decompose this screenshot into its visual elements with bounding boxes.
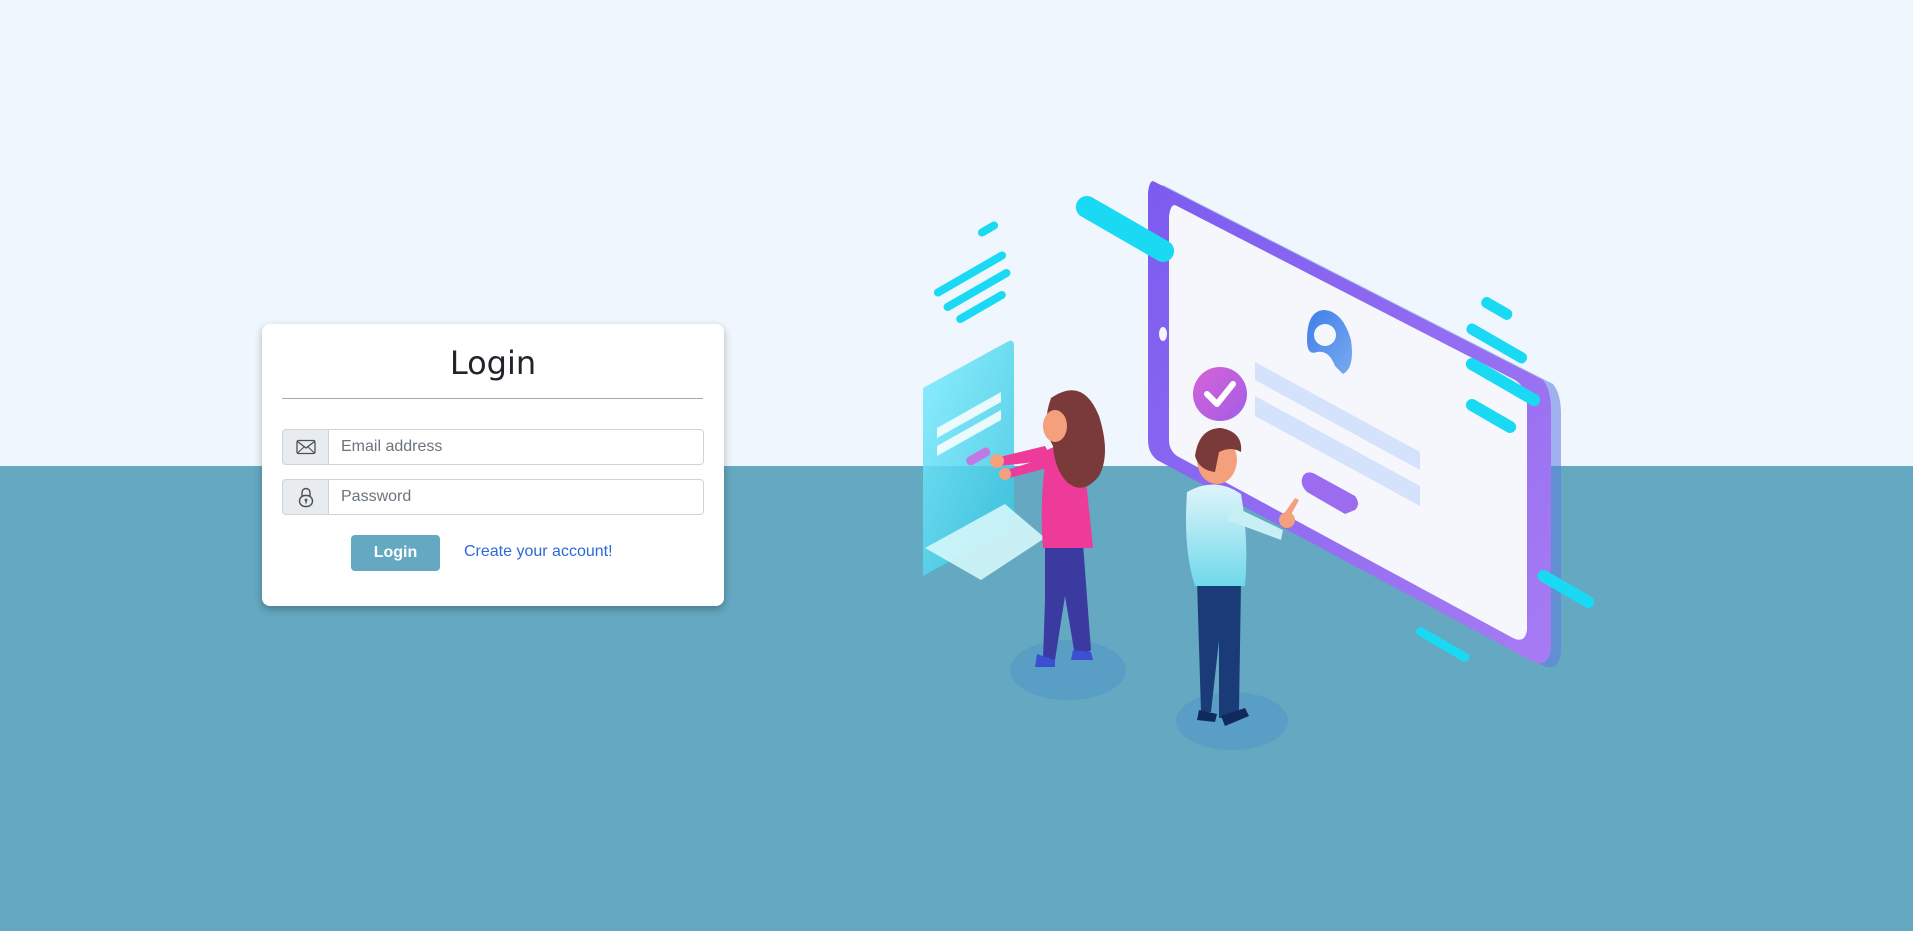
login-illustration [923,181,1595,750]
title-divider [282,398,703,399]
email-input-group [282,429,704,465]
login-card: Login Login Create your account! [262,324,724,606]
password-field[interactable] [329,479,704,515]
password-input-group [282,479,704,515]
envelope-icon [282,429,329,465]
create-account-link[interactable]: Create your account! [464,543,613,561]
login-button[interactable]: Login [351,535,440,571]
login-title: Login [449,344,537,382]
lock-icon [282,479,329,515]
email-field[interactable] [329,429,704,465]
